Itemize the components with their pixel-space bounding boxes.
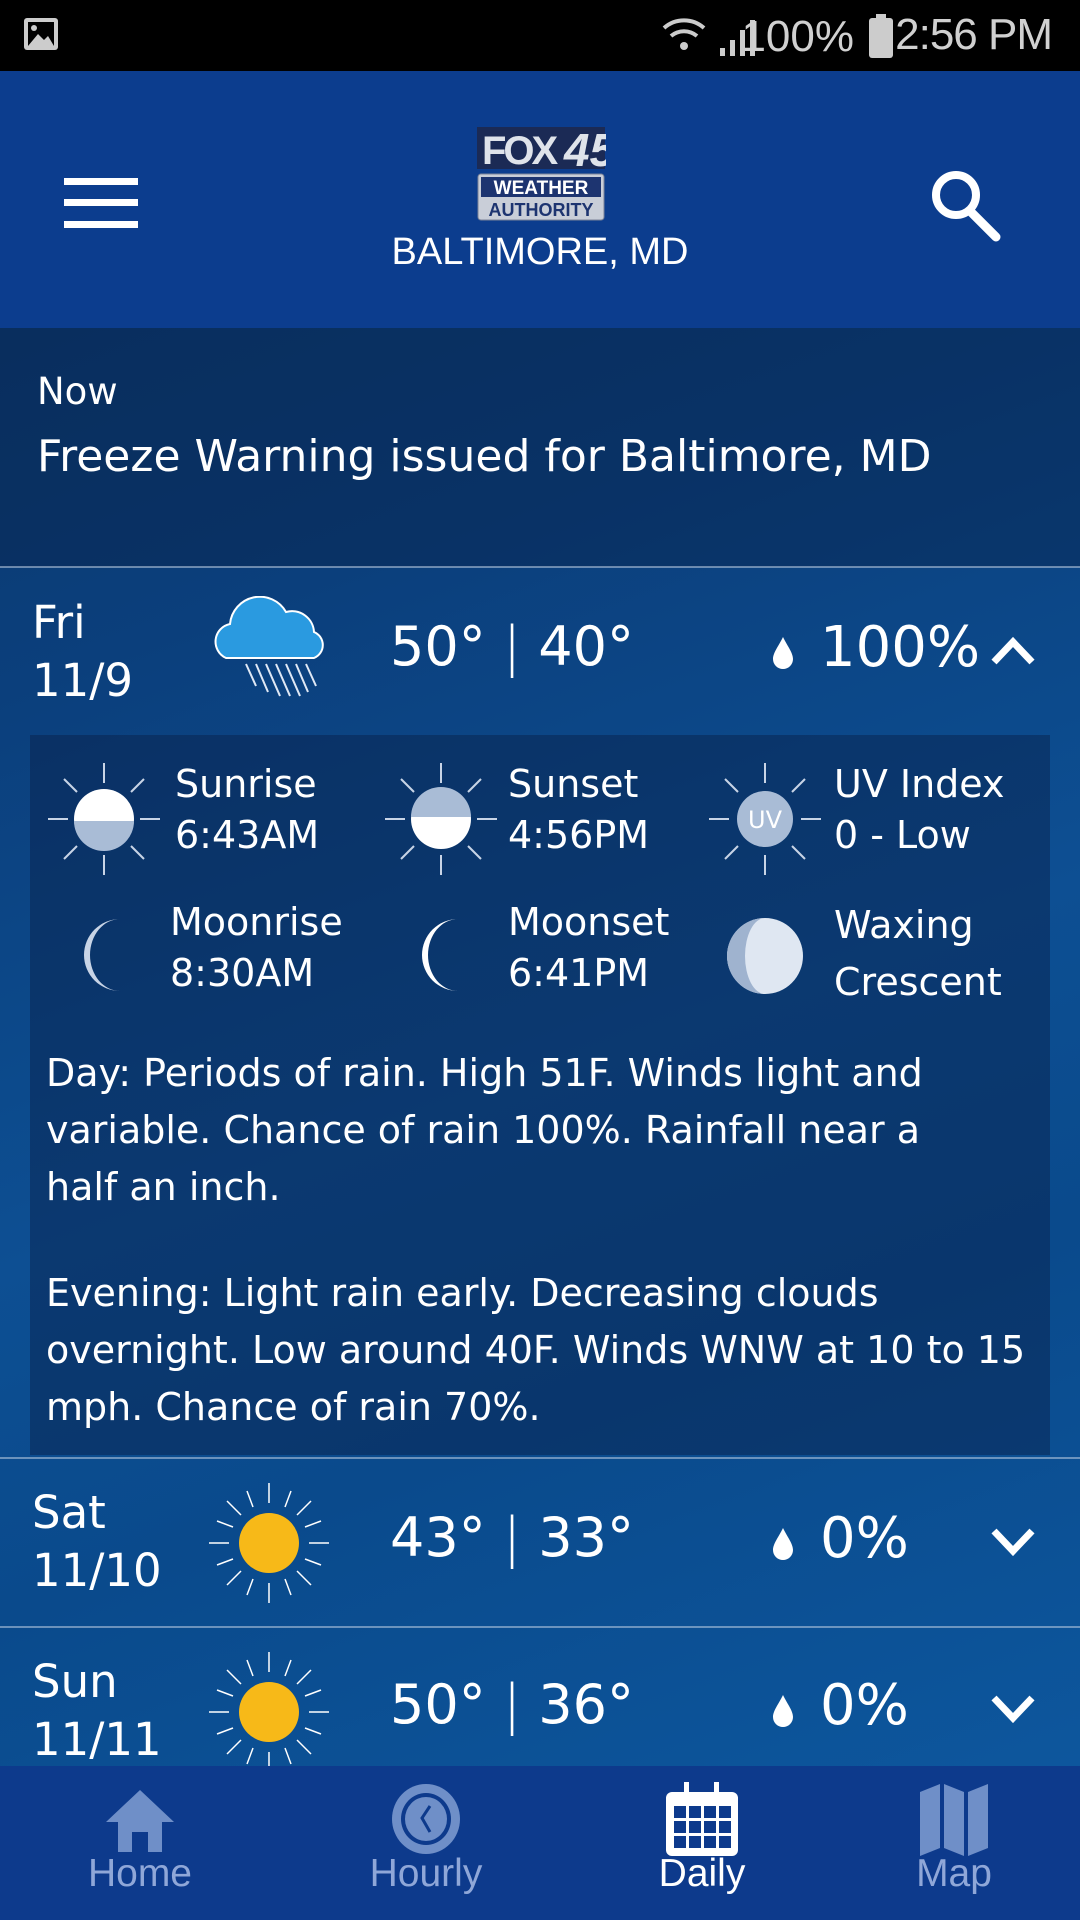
uv-label: UV Index [834,762,1005,806]
day-name: Sat [32,1486,106,1539]
precip-chance: 0% [820,1506,909,1571]
day-date: 11/10 [32,1544,162,1597]
high-temp: 50° [390,1673,486,1736]
uv-index-icon: UV [709,763,821,875]
day-name: Sun [32,1655,118,1708]
svg-text:WEATHER: WEATHER [494,178,589,199]
calendar-icon [666,1782,738,1856]
clock-icon [392,1784,460,1854]
clock: 2:56 PM [895,10,1053,59]
day-forecast-text: Day: Periods of rain. High 51F. Winds li… [46,1051,923,1209]
svg-text:UV: UV [748,806,783,834]
forecast-row-sun[interactable]: Sun 11/11 50° | 36° 0% [0,1628,1080,1766]
nav-label: Hourly [369,1852,483,1895]
chevron-up-icon[interactable] [990,636,1036,666]
moonrise-time: 8:30AM [170,951,315,995]
nav-map[interactable]: Map [854,1766,1054,1920]
moon-phase-line1: Waxing [834,903,974,947]
raindrop-icon [773,1528,793,1560]
sun-icon [209,1652,329,1766]
high-temp: 43° [390,1506,486,1569]
nav-label: Map [916,1852,992,1895]
low-temp: 33° [538,1506,634,1569]
svg-text:45: 45 [563,124,606,176]
nav-home[interactable]: Home [40,1766,240,1920]
home-icon [106,1790,174,1852]
bottom-nav: Home Hourly Daily Map [0,1766,1080,1920]
day-name: Fri [32,596,86,649]
evening-forecast-text: Evening: Light rain early. Decreasing cl… [46,1271,1026,1429]
forecast-row-sat[interactable]: Sat 11/10 43° | 33° 0% [0,1459,1080,1626]
chevron-down-icon[interactable] [990,1527,1036,1557]
precip-chance: 100% [820,615,981,680]
temp-separator: | [502,1673,522,1736]
day-detail-panel: Sunrise 6:43AM Sunset 4:56PM UV UV Index 0 … [30,735,1050,1455]
alert-label: Now [37,370,118,413]
precip-chance: 0% [820,1673,909,1738]
search-icon[interactable] [928,167,1004,243]
app-header: FOX 45 WEATHER AUTHORITY BALTIMORE, MD [0,71,1080,328]
svg-text:FOX: FOX [482,129,559,173]
temp-separator: | [502,615,522,678]
low-temp: 40° [538,615,634,678]
sunrise-label: Sunrise [175,762,317,806]
raindrop-icon [773,1695,793,1727]
rain-cloud-icon [214,596,324,697]
day-date: 11/9 [32,654,134,707]
sunrise-icon [48,763,160,875]
temp-separator: | [502,1506,522,1569]
moon-phase-icon [727,918,803,994]
nav-hourly[interactable]: Hourly [326,1766,526,1920]
sunrise-time: 6:43AM [175,813,320,857]
alert-banner[interactable]: Now Freeze Warning issued for Baltimore,… [0,328,1080,567]
moonrise-label: Moonrise [170,900,343,944]
moonset-time: 6:41PM [508,951,650,995]
moonset-label: Moonset [508,900,670,944]
sunset-time: 4:56PM [508,813,650,857]
nav-label: Home [87,1852,193,1895]
low-temp: 36° [538,1673,634,1736]
moonset-icon [422,919,458,991]
sun-icon [209,1483,329,1603]
raindrop-icon [773,637,793,669]
svg-text:AUTHORITY: AUTHORITY [489,200,594,220]
sunset-label: Sunset [508,762,639,806]
alert-message[interactable]: Freeze Warning issued for Baltimore, MD [37,431,931,482]
forecast-row-fri[interactable]: Fri 11/9 50° | 40° 100% [0,568,1080,735]
status-bar: 100% 2:56 PM [0,0,1080,71]
fox45-weather-logo: FOX 45 WEATHER AUTHORITY [477,124,606,221]
location-title[interactable]: BALTIMORE, MD [0,231,1080,274]
moon-phase-line2: Crescent [834,960,1002,1004]
battery-icon [869,14,893,58]
chevron-down-icon[interactable] [990,1694,1036,1724]
nav-daily[interactable]: Daily [602,1766,802,1920]
battery-percent: 100% [741,12,854,61]
image-notification-icon [24,18,58,50]
hamburger-menu-icon[interactable] [64,178,138,228]
day-date: 11/11 [32,1713,162,1766]
high-temp: 50° [390,615,486,678]
sunset-icon [385,763,497,875]
map-icon [920,1784,988,1856]
moonrise-icon [84,919,120,991]
nav-label: Daily [658,1852,746,1895]
uv-value: 0 - Low [834,813,971,857]
